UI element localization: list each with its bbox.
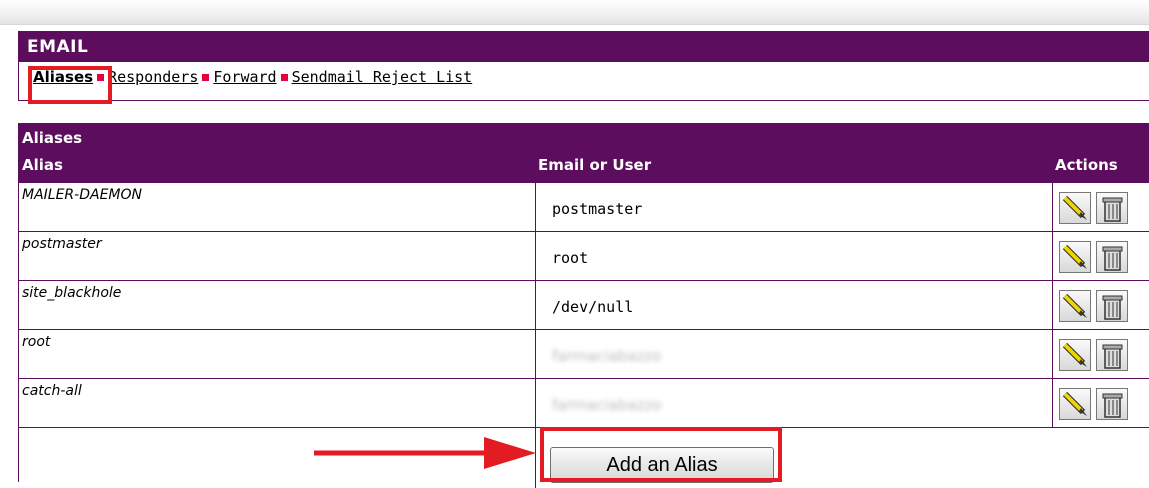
alias-name: postmaster [22,236,102,252]
add-alias-highlight [540,427,782,482]
trash-icon [1102,197,1123,222]
table-row: MAILER-DAEMON postmaster [19,183,1149,232]
trash-icon [1102,295,1123,320]
delete-button[interactable] [1096,388,1128,420]
table-row: postmaster root [19,232,1149,281]
table-row: site_blackhole /dev/null [19,281,1149,330]
delete-button[interactable] [1096,339,1128,371]
delete-button[interactable] [1096,290,1128,322]
alias-name: root [22,334,51,350]
column-divider [1052,330,1053,378]
column-divider [535,281,536,329]
column-divider [1052,379,1053,427]
alias-name: catch-all [22,383,82,399]
pencil-icon [1062,342,1087,367]
pencil-icon [1062,391,1087,416]
aliases-column-header: Alias Email or User Actions [19,149,1149,183]
email-panel: EMAIL Aliases Responders Forward Sendmail R… [18,31,1149,101]
column-divider [535,183,536,231]
aliases-title: Aliases [19,123,1149,149]
table-row: root farmaciabazzo [19,330,1149,379]
trash-icon [1102,246,1123,271]
delete-button[interactable] [1096,241,1128,273]
edit-button[interactable] [1059,339,1091,371]
aliases-tab-highlight [28,66,112,104]
alias-name: site_blackhole [22,285,122,301]
edit-button[interactable] [1059,192,1091,224]
alias-target: postmaster [552,200,643,218]
page-top-fade [0,0,1149,25]
alias-target: farmaciabazzo [552,396,662,414]
tab-responders[interactable]: Responders [108,68,198,86]
email-header: EMAIL [19,32,1149,62]
trash-icon [1102,344,1123,369]
table-row: catch-all farmaciabazzo [19,379,1149,428]
edit-button[interactable] [1059,290,1091,322]
pencil-icon [1062,244,1087,269]
tab-forward[interactable]: Forward [213,68,276,86]
alias-name: MAILER-DAEMON [22,187,142,203]
separator-icon [202,74,210,81]
alias-target: /dev/null [552,298,634,316]
column-divider [535,330,536,378]
column-divider [535,232,536,280]
column-divider [1052,281,1053,329]
arrow-right-icon [314,437,536,469]
delete-button[interactable] [1096,192,1128,224]
alias-target: farmaciabazzo [552,347,662,365]
separator-icon [280,74,288,81]
column-divider [1052,232,1053,280]
column-divider [535,379,536,427]
trash-icon [1102,393,1123,418]
column-alias: Alias [22,156,63,174]
column-actions: Actions [1055,156,1118,174]
email-subnav: Aliases Responders Forward Sendmail Reject … [19,62,1149,92]
edit-button[interactable] [1059,241,1091,273]
pencil-icon [1062,293,1087,318]
edit-button[interactable] [1059,388,1091,420]
column-divider [1052,183,1053,231]
column-email-or-user: Email or User [538,156,652,174]
tab-sendmail-reject-list[interactable]: Sendmail Reject List [292,68,473,86]
pencil-icon [1062,195,1087,220]
alias-target: root [552,249,589,267]
